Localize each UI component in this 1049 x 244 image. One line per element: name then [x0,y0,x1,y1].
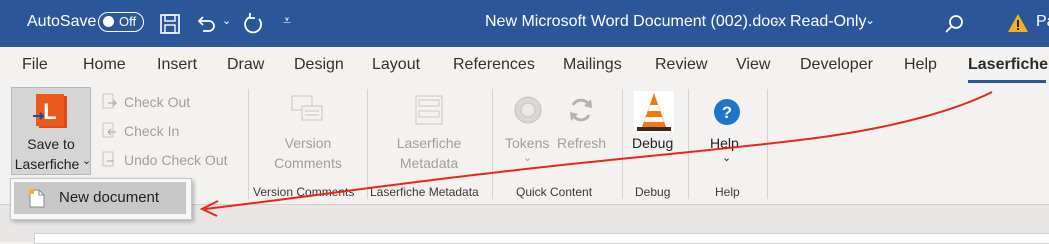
laserfiche-icon: L [33,94,67,128]
group-label-version-comments: Version Comments [253,185,355,199]
version-comments-icon [291,95,323,121]
autosave-toggle[interactable]: Off [98,12,144,32]
undo-check-out-button[interactable]: Undo Check Out [124,152,228,168]
group-label-help: Help [715,185,740,199]
tokens-icon [514,96,542,124]
toggle-knob [103,16,114,27]
tab-insert[interactable]: Insert [157,56,197,74]
refresh-icon [570,98,592,122]
new-document-label: New document [59,189,160,206]
group-divider [767,89,768,199]
tab-references[interactable]: References [453,56,535,74]
group-label-debug: Debug [635,185,671,199]
warning-icon[interactable] [1007,12,1029,34]
group-label-laserfiche-metadata: Laserfiche Metadata [370,185,479,199]
help-dropdown-icon[interactable]: ⌄ [722,151,731,164]
tokens-button[interactable]: Tokens [505,135,549,151]
check-in-icon [102,122,116,138]
debug-button[interactable]: Debug [632,135,673,151]
tab-file[interactable]: File [22,56,48,74]
group-divider [622,89,623,199]
tab-view[interactable]: View [736,56,770,74]
chevron-down-icon: ⌄ [82,155,92,167]
tab-design[interactable]: Design [294,56,344,74]
undo-icon[interactable] [194,12,218,36]
group-label-quick-content: Quick Content [516,185,593,199]
read-only-label[interactable]: Read-Only [790,13,866,31]
document-page[interactable] [34,233,1049,244]
user-initials[interactable]: Pa [1036,13,1049,31]
document-title: New Microsoft Word Document (002).docx [485,13,787,30]
save-to-laserfiche-button[interactable]: L Save to Laserfiche ⌄ [11,87,91,175]
tab-help[interactable]: Help [904,56,937,74]
check-out-button[interactable]: Check Out [124,94,190,110]
tab-mailings[interactable]: Mailings [563,56,622,74]
tab-developer[interactable]: Developer [800,56,873,74]
tab-home[interactable]: Home [83,56,126,74]
search-icon[interactable] [944,13,966,35]
tokens-dropdown-icon[interactable]: ⌄ [523,151,532,164]
svg-text:?: ? [722,103,732,122]
new-document-menu-item[interactable]: New document [14,182,186,214]
metadata-label-2[interactable]: Metadata [389,155,469,171]
active-tab-indicator [968,80,1046,83]
help-button[interactable]: Help [710,135,739,151]
title-separator: - [774,13,780,30]
chevron-down-icon[interactable]: ⌄ [865,13,875,27]
tab-layout[interactable]: Layout [372,56,420,74]
new-document-icon [29,189,45,208]
group-divider [688,89,689,199]
undo-check-out-icon [102,151,114,167]
version-comments-label-1[interactable]: Version [271,135,345,151]
undo-dropdown-icon[interactable]: ⌄ [222,14,231,27]
save-dropdown-menu: New document [10,178,192,220]
metadata-label-1[interactable]: Laserfiche [389,135,469,151]
save-icon[interactable] [158,12,182,36]
autosave-state: Off [119,14,137,29]
metadata-icon [415,95,443,125]
save-to-label-2: Laserfiche [14,156,80,172]
svg-text:L: L [43,99,56,124]
ribbon-tabs: File Home Insert Draw Design Layout Refe… [0,47,1049,85]
help-icon: ? [714,99,740,125]
tab-review[interactable]: Review [655,56,707,74]
group-divider [492,89,493,199]
refresh-button[interactable]: Refresh [557,135,606,151]
check-out-icon [102,93,117,109]
save-to-label-1: Save to [27,136,75,152]
version-comments-label-2[interactable]: Comments [271,155,345,171]
title-bar: AutoSave Off ⌄ ⩡ New Microsoft Word Docu… [0,0,1049,47]
group-divider [248,89,249,199]
group-divider [367,89,368,199]
tab-draw[interactable]: Draw [227,56,264,74]
check-in-button[interactable]: Check In [124,123,179,139]
debug-cone-icon [634,91,674,133]
autosave-label: AutoSave [27,13,97,30]
tab-laserfiche[interactable]: Laserfiche [968,56,1048,74]
customize-icon[interactable]: ⩡ [283,12,291,29]
redo-icon[interactable] [242,11,266,37]
